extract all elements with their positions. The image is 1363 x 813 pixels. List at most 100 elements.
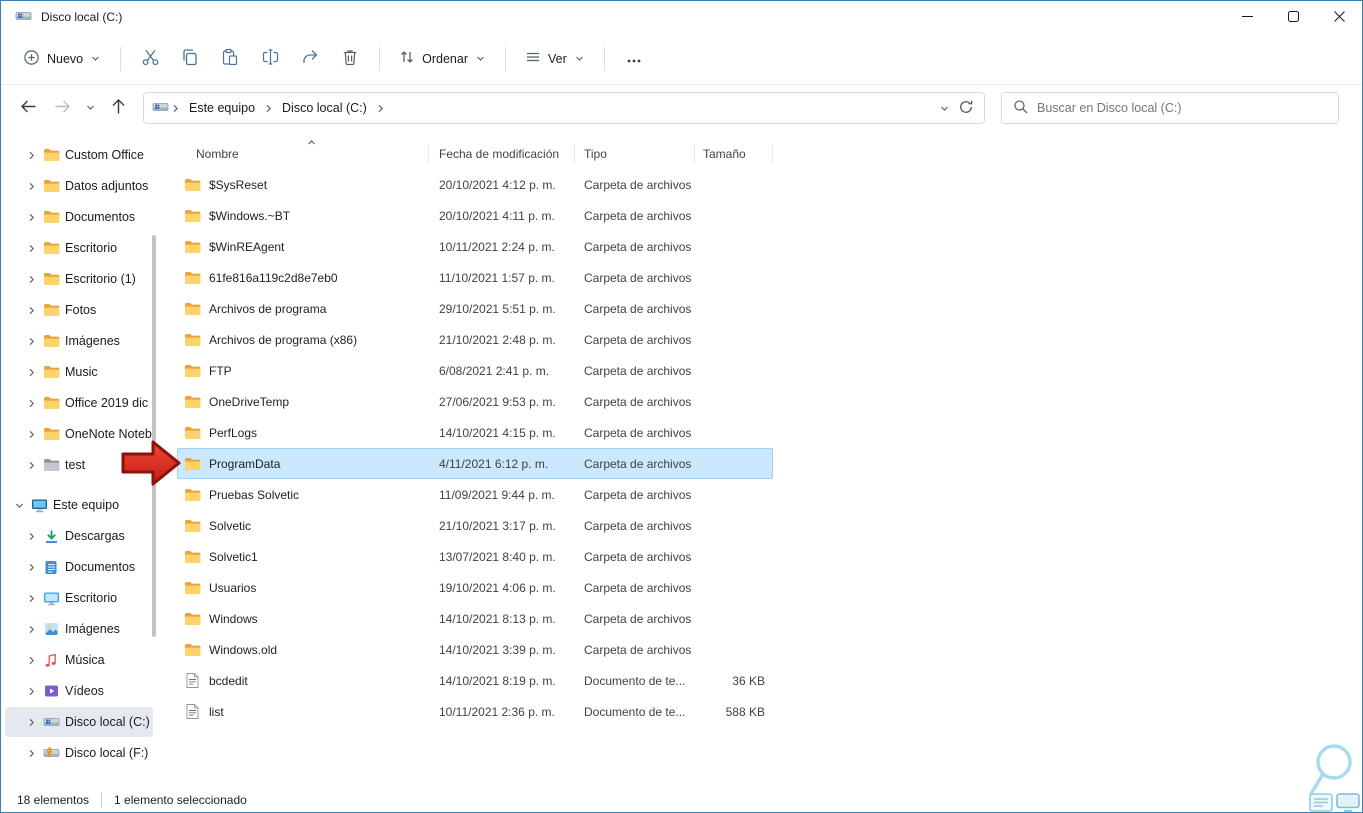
sidebar-item-m-sica[interactable]: Música: [5, 645, 153, 675]
sidebar-item-office-2019-dic[interactable]: Office 2019 dic: [5, 388, 153, 418]
chevron-icon[interactable]: [25, 748, 37, 759]
sidebar-item-onenote-notebl[interactable]: OneNote Notebl: [5, 419, 153, 449]
more-options-button[interactable]: [614, 41, 654, 77]
file-row-ftp[interactable]: FTP 6/08/2021 2:41 p. m. Carpeta de arch…: [177, 355, 773, 386]
search-icon: [1013, 99, 1028, 117]
new-button-label: Nuevo: [47, 51, 84, 66]
copy-button[interactable]: [170, 41, 210, 77]
file-row-61fe816a119c2d8e7eb0[interactable]: 61fe816a119c2d8e7eb0 11/10/2021 1:57 p. …: [177, 262, 773, 293]
chevron-icon[interactable]: [25, 274, 37, 285]
paste-button[interactable]: [210, 41, 250, 77]
cut-button[interactable]: [130, 41, 170, 77]
sidebar-item-test[interactable]: test: [5, 450, 153, 480]
sidebar-item-disco-local-f[interactable]: Disco local (F:): [5, 738, 153, 768]
sidebar-item-este-equipo[interactable]: Este equipo: [5, 490, 153, 520]
sidebar-item-escritorio[interactable]: Escritorio: [5, 233, 153, 263]
address-dropdown-icon[interactable]: [939, 103, 950, 114]
address-bar[interactable]: Este equipo Disco local (C:): [143, 92, 985, 124]
file-name: list: [209, 704, 224, 719]
sidebar-item-descargas[interactable]: Descargas: [5, 521, 153, 551]
chevron-icon[interactable]: [25, 624, 37, 635]
sidebar-item-label: Imágenes: [65, 622, 120, 636]
sidebar-item-im-genes[interactable]: Imágenes: [5, 614, 153, 644]
search-input[interactable]: [1037, 101, 1327, 115]
sidebar-item-datos-adjuntos[interactable]: Datos adjuntos: [5, 171, 153, 201]
folder-icon: [42, 179, 60, 193]
view-button[interactable]: Ver: [515, 42, 595, 75]
chevron-icon[interactable]: [25, 243, 37, 254]
delete-button[interactable]: [330, 41, 370, 77]
chevron-icon[interactable]: [25, 531, 37, 542]
chevron-icon[interactable]: [25, 305, 37, 316]
sidebar-item-escritorio[interactable]: Escritorio: [5, 583, 153, 613]
file-row-solvetic[interactable]: Solvetic 21/10/2021 3:17 p. m. Carpeta d…: [177, 510, 773, 541]
recent-locations-button[interactable]: [79, 92, 101, 124]
file-type: Carpeta de archivos: [584, 487, 692, 502]
sidebar-item-music[interactable]: Music: [5, 357, 153, 387]
file-row-bcdedit[interactable]: bcdedit 14/10/2021 8:19 p. m. Documento …: [177, 665, 773, 696]
sidebar-item-custom-office[interactable]: Custom Office: [5, 140, 153, 170]
forward-button[interactable]: [45, 92, 79, 124]
file-row-pruebas-solvetic[interactable]: Pruebas Solvetic 11/09/2021 9:44 p. m. C…: [177, 479, 773, 510]
chevron-icon[interactable]: [13, 500, 25, 511]
minimize-button[interactable]: [1224, 1, 1270, 33]
rename-button[interactable]: [250, 41, 290, 77]
back-button[interactable]: [11, 92, 45, 124]
refresh-icon[interactable]: [958, 99, 974, 118]
file-row-archivos-de-programa[interactable]: Archivos de programa 29/10/2021 5:51 p. …: [177, 293, 773, 324]
file-row-list[interactable]: list 10/11/2021 2:36 p. m. Documento de …: [177, 696, 773, 727]
search-box[interactable]: [1001, 92, 1339, 124]
file-row-windows[interactable]: Windows 14/10/2021 8:13 p. m. Carpeta de…: [177, 603, 773, 634]
column-header-size[interactable]: Tamaño: [695, 144, 773, 164]
file-row-windows-old[interactable]: Windows.old 14/10/2021 3:39 p. m. Carpet…: [177, 634, 773, 665]
file-row-solvetic1[interactable]: Solvetic1 13/07/2021 8:40 p. m. Carpeta …: [177, 541, 773, 572]
file-row-perflogs[interactable]: PerfLogs 14/10/2021 4:15 p. m. Carpeta d…: [177, 417, 773, 448]
chevron-icon[interactable]: [25, 398, 37, 409]
column-header-date[interactable]: Fecha de modificación: [429, 144, 575, 164]
file-row-windows-bt[interactable]: $Windows.~BT 20/10/2021 4:11 p. m. Carpe…: [177, 200, 773, 231]
file-row-winreagent[interactable]: $WinREAgent 10/11/2021 2:24 p. m. Carpet…: [177, 231, 773, 262]
maximize-button[interactable]: [1270, 1, 1316, 33]
sidebar-item-label: Custom Office: [65, 148, 144, 162]
file-row-onedrivetemp[interactable]: OneDriveTemp 27/06/2021 9:53 p. m. Carpe…: [177, 386, 773, 417]
chevron-icon[interactable]: [25, 655, 37, 666]
file-row-archivos-de-programa-x86[interactable]: Archivos de programa (x86) 21/10/2021 2:…: [177, 324, 773, 355]
share-button[interactable]: [290, 41, 330, 77]
breadcrumb-disco-local-c[interactable]: Disco local (C:): [275, 96, 374, 120]
chevron-icon[interactable]: [25, 717, 37, 728]
chevron-icon[interactable]: [25, 593, 37, 604]
up-button[interactable]: [101, 92, 135, 124]
file-row-sysreset[interactable]: $SysReset 20/10/2021 4:12 p. m. Carpeta …: [177, 169, 773, 200]
sidebar-scrollbar[interactable]: [152, 235, 156, 637]
close-button[interactable]: [1316, 1, 1362, 33]
chevron-icon[interactable]: [25, 181, 37, 192]
sidebar-item-fotos[interactable]: Fotos: [5, 295, 153, 325]
sidebar-item-im-genes[interactable]: Imágenes: [5, 326, 153, 356]
file-row-programdata[interactable]: ProgramData 4/11/2021 6:12 p. m. Carpeta…: [177, 448, 773, 479]
file-row-usuarios[interactable]: Usuarios 19/10/2021 4:06 p. m. Carpeta d…: [177, 572, 773, 603]
chevron-icon[interactable]: [25, 460, 37, 471]
sidebar-item-documentos[interactable]: Documentos: [5, 552, 153, 582]
window-title: Disco local (C:): [41, 10, 123, 24]
chevron-icon[interactable]: [25, 212, 37, 223]
toolbar-separator: [379, 46, 381, 71]
new-button[interactable]: Nuevo: [13, 42, 111, 76]
sidebar-item-escritorio-1[interactable]: Escritorio (1): [5, 264, 153, 294]
column-header-type[interactable]: Tipo: [575, 144, 695, 164]
folder-icon: [42, 427, 60, 441]
chevron-icon[interactable]: [25, 367, 37, 378]
sidebar-item-documentos[interactable]: Documentos: [5, 202, 153, 232]
minimize-icon: [1241, 10, 1253, 25]
breadcrumb-este-equipo[interactable]: Este equipo: [182, 96, 262, 120]
chevron-icon[interactable]: [25, 150, 37, 161]
chevron-icon[interactable]: [25, 429, 37, 440]
chevron-icon[interactable]: [25, 686, 37, 697]
column-header-name[interactable]: Nombre: [177, 144, 429, 164]
chevron-icon[interactable]: [25, 336, 37, 347]
file-date: 13/07/2021 8:40 p. m.: [439, 549, 556, 564]
sidebar-item-v-deos[interactable]: Vídeos: [5, 676, 153, 706]
paste-icon: [221, 48, 239, 69]
sidebar-item-disco-local-c[interactable]: Disco local (C:): [5, 707, 153, 737]
sort-button[interactable]: Ordenar: [389, 42, 496, 75]
chevron-icon[interactable]: [25, 562, 37, 573]
